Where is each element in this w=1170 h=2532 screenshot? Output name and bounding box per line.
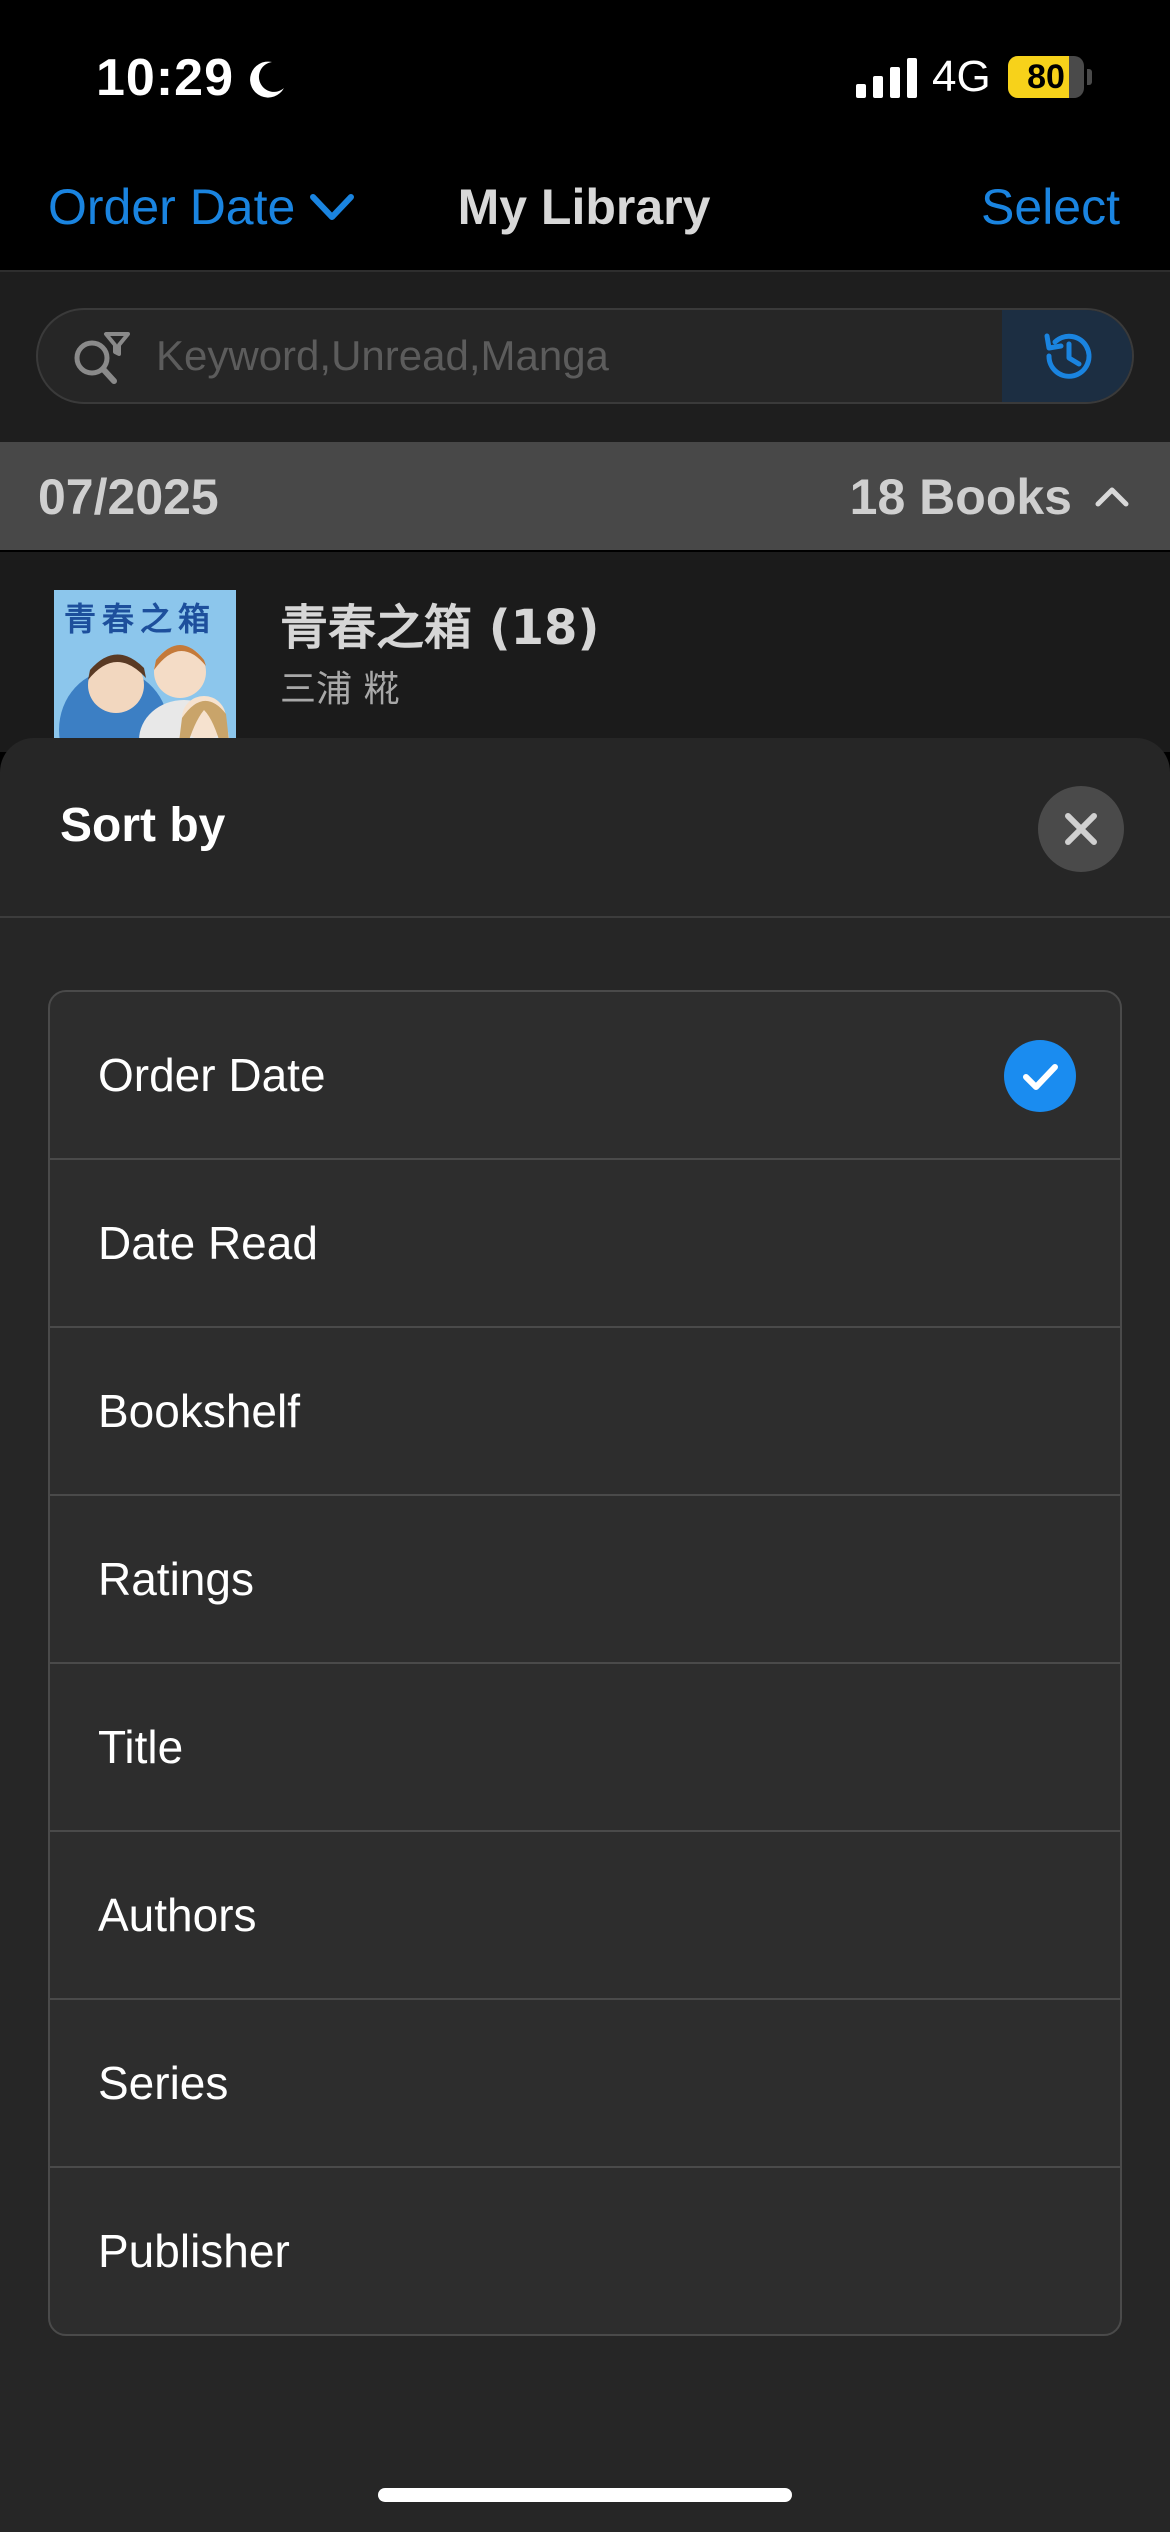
sort-option-date-read[interactable]: Date Read bbox=[50, 1160, 1120, 1328]
sort-option-label: Bookshelf bbox=[98, 1385, 301, 1437]
section-count: 18 Books bbox=[849, 469, 1072, 525]
screen: 10:29 4G 80 Order Date My Library Select… bbox=[0, 0, 1170, 2532]
book-cover: 青春之箱 bbox=[54, 590, 236, 750]
page-title-text: My Library bbox=[457, 179, 711, 235]
chevron-down-icon bbox=[310, 194, 355, 220]
section-date: 07/2025 bbox=[38, 469, 219, 525]
search-box bbox=[36, 308, 1134, 404]
nav-bar: Order Date My Library Select bbox=[0, 150, 1170, 272]
sort-option-label: Date Read bbox=[98, 1217, 318, 1269]
sort-option-label: Order Date bbox=[98, 1049, 326, 1101]
sort-option-order-date[interactable]: Order Date bbox=[50, 992, 1120, 1160]
book-author: 三浦 糀 bbox=[280, 669, 400, 710]
sheet-title: Sort by bbox=[60, 799, 226, 852]
sort-option-label: Title bbox=[98, 1721, 184, 1773]
battery-percent: 80 bbox=[1027, 58, 1065, 96]
search-area bbox=[0, 272, 1170, 442]
search-filter-icon bbox=[74, 332, 130, 384]
network-label: 4G bbox=[932, 52, 991, 101]
battery-icon: 80 bbox=[1008, 56, 1092, 98]
sort-options-list: Order Date Date Read Bookshelf Ratings T… bbox=[48, 990, 1122, 2336]
sort-sheet: Sort by Order Date Date Read Bookshelf R… bbox=[0, 738, 1170, 2532]
sort-dropdown-button[interactable]: Order Date bbox=[48, 178, 357, 236]
sheet-header: Sort by bbox=[0, 738, 1170, 918]
section-header[interactable]: 07/2025 18 Books bbox=[0, 442, 1170, 550]
signal-icon bbox=[856, 58, 917, 98]
sort-option-label: Ratings bbox=[98, 1553, 254, 1605]
chevron-up-icon bbox=[1095, 487, 1129, 507]
sort-option-label: Authors bbox=[98, 1889, 257, 1941]
sort-option-title[interactable]: Title bbox=[50, 1664, 1120, 1832]
history-icon bbox=[1044, 333, 1092, 379]
status-bar: 10:29 4G 80 bbox=[0, 0, 1170, 150]
search-history-button[interactable] bbox=[1002, 310, 1132, 402]
sort-option-ratings[interactable]: Ratings bbox=[50, 1496, 1120, 1664]
close-icon bbox=[1065, 813, 1097, 845]
status-time: 10:29 bbox=[96, 49, 234, 107]
moon-icon bbox=[250, 61, 284, 98]
close-button[interactable] bbox=[1038, 786, 1124, 872]
sort-option-publisher[interactable]: Publisher bbox=[50, 2168, 1120, 2334]
sort-option-label: Series bbox=[98, 2057, 229, 2109]
book-list-item[interactable]: 青春之箱 青春之箱 (18) 三浦 糀 bbox=[0, 552, 1170, 752]
battery-body: 80 bbox=[1008, 56, 1084, 98]
checkmark-icon bbox=[1004, 1040, 1076, 1112]
home-indicator[interactable] bbox=[378, 2488, 792, 2502]
search-input[interactable] bbox=[156, 310, 1016, 402]
battery-tip bbox=[1087, 69, 1092, 85]
select-button[interactable]: Select bbox=[981, 178, 1120, 236]
sort-option-bookshelf[interactable]: Bookshelf bbox=[50, 1328, 1120, 1496]
sort-option-label: Publisher bbox=[98, 2225, 290, 2277]
sort-option-authors[interactable]: Authors bbox=[50, 1832, 1120, 2000]
cover-title-text: 青春之箱 bbox=[64, 600, 217, 638]
sort-dropdown-label: Order Date bbox=[48, 179, 296, 235]
book-title: 青春之箱 (18) bbox=[280, 600, 600, 656]
sort-option-series[interactable]: Series bbox=[50, 2000, 1120, 2168]
